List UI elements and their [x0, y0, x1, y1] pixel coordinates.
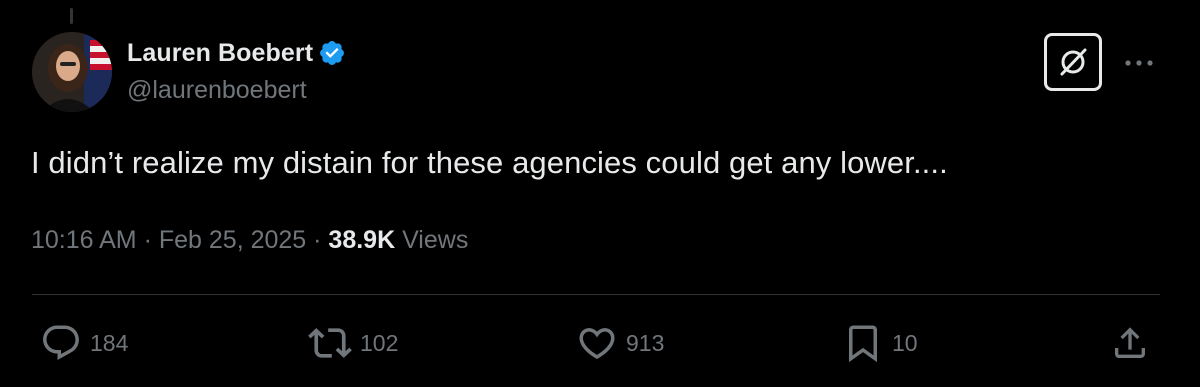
bookmark-button[interactable]: 10 [842, 322, 918, 364]
tweet-date[interactable]: Feb 25, 2025 [159, 226, 306, 254]
author-handle[interactable]: @laurenboebert [127, 76, 346, 105]
reply-count: 184 [90, 329, 129, 356]
divider [32, 294, 1160, 295]
author-name-row: Lauren Boebert [127, 36, 346, 70]
heart-icon [579, 328, 615, 360]
repost-button[interactable]: 102 [308, 322, 398, 364]
repost-icon [308, 328, 352, 358]
meta-separator: · [136, 226, 159, 254]
reply-button[interactable]: 184 [40, 322, 128, 364]
meta-separator: · [306, 226, 329, 254]
tweet-time[interactable]: 10:16 AM [31, 226, 137, 254]
author-display-name[interactable]: Lauren Boebert [127, 39, 313, 68]
tweet-meta: 10:16 AM · Feb 25, 2025 · 38.9K Views [31, 226, 468, 255]
views-label[interactable]: Views [395, 226, 468, 254]
bookmark-count: 10 [892, 329, 918, 356]
avatar-image [32, 32, 112, 112]
more-options-button[interactable] [1122, 46, 1156, 80]
repost-count: 102 [360, 329, 399, 356]
views-count[interactable]: 38.9K [328, 226, 395, 254]
share-icon [1115, 327, 1145, 358]
like-count: 913 [626, 329, 665, 356]
tweet-author: Lauren Boebert @laurenboebert [127, 36, 346, 105]
avatar[interactable] [32, 32, 112, 112]
reply-icon [43, 325, 79, 360]
more-horizontal-icon [1125, 60, 1153, 66]
bookmark-icon [849, 325, 877, 363]
verified-badge-icon[interactable] [318, 39, 346, 67]
grok-button[interactable] [1044, 33, 1102, 91]
grok-icon [1060, 48, 1087, 76]
like-button[interactable]: 913 [576, 322, 664, 364]
thread-connector-line [70, 8, 73, 24]
tweet-text: I didn’t realize my distain for these ag… [31, 145, 948, 180]
share-button[interactable] [1110, 322, 1150, 364]
